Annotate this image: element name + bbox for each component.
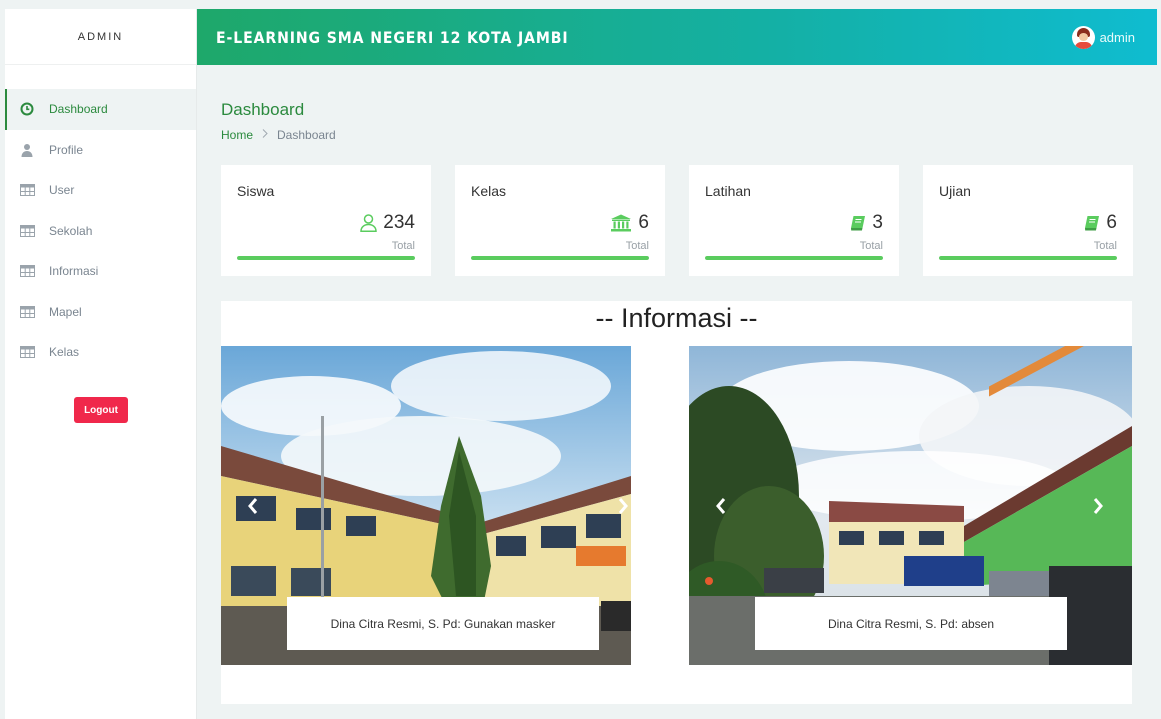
stat-label: Siswa xyxy=(237,183,275,199)
book-icon xyxy=(851,216,866,231)
user-name: admin xyxy=(1099,29,1135,45)
sidebar-item-kelas[interactable]: Kelas xyxy=(5,332,196,373)
breadcrumb-current: Dashboard xyxy=(277,128,336,142)
stat-label: Ujian xyxy=(939,183,971,199)
progress-bar xyxy=(705,256,883,260)
carousel-next-button[interactable] xyxy=(1086,494,1110,518)
slide-caption: Dina Citra Resmi, S. Pd: absen xyxy=(755,597,1067,650)
stat-value: 3 xyxy=(872,212,883,233)
sidebar-item-profile[interactable]: Profile xyxy=(5,130,196,171)
stat-value: 6 xyxy=(638,212,649,233)
breadcrumb-home-link[interactable]: Home xyxy=(221,128,253,142)
sidebar-brand: ADMIN xyxy=(5,9,196,65)
sidebar-item-dashboard[interactable]: Dashboard xyxy=(5,89,196,130)
stat-value: 6 xyxy=(1106,212,1117,233)
chevron-right-icon xyxy=(618,497,628,514)
chevron-right-icon xyxy=(262,129,268,141)
sidebar: ADMIN Dashboard Profile User Sekolah Inf… xyxy=(5,9,197,719)
sidebar-item-label: Informasi xyxy=(49,264,99,279)
progress-bar xyxy=(237,256,415,260)
table-icon xyxy=(19,263,35,279)
chevron-left-icon xyxy=(248,497,258,514)
carousel-slide: Dina Citra Resmi, S. Pd: absen xyxy=(689,346,1132,665)
user-menu[interactable]: admin xyxy=(1071,25,1135,49)
app-title: E-LEARNING SMA NEGERI 12 KOTA JAMBI xyxy=(216,27,569,47)
sidebar-item-mapel[interactable]: Mapel xyxy=(5,292,196,333)
page-title: Dashboard xyxy=(221,100,305,119)
carousel-prev-button[interactable] xyxy=(241,494,265,518)
stat-sub: Total xyxy=(1093,240,1117,252)
stat-card-kelas: Kelas 6 Total xyxy=(455,165,665,276)
stat-value: 234 xyxy=(383,212,415,233)
stat-card-ujian: Ujian 6 Total xyxy=(923,165,1133,276)
table-icon xyxy=(19,223,35,239)
stat-sub: Total xyxy=(859,240,883,252)
stat-card-latihan: Latihan 3 Total xyxy=(689,165,899,276)
carousel-slide: Dina Citra Resmi, S. Pd: Gunakan masker xyxy=(221,346,631,665)
stat-card-siswa: Siswa 234 Total xyxy=(221,165,431,276)
user-icon xyxy=(19,142,35,158)
sidebar-item-sekolah[interactable]: Sekolah xyxy=(5,211,196,252)
breadcrumb: Home Dashboard xyxy=(221,128,336,142)
progress-bar xyxy=(939,256,1117,260)
table-icon xyxy=(19,304,35,320)
institution-icon xyxy=(611,214,632,232)
informasi-title: -- Informasi -- xyxy=(595,303,758,333)
logout-button[interactable]: Logout xyxy=(74,397,128,423)
clock-icon xyxy=(19,101,35,117)
sidebar-item-label: Dashboard xyxy=(49,102,108,117)
stat-sub: Total xyxy=(391,240,415,252)
sidebar-item-informasi[interactable]: Informasi xyxy=(5,251,196,292)
user-outline-icon xyxy=(360,214,378,232)
stat-label: Kelas xyxy=(471,183,507,199)
chevron-right-icon xyxy=(1093,497,1103,514)
carousel-next-button[interactable] xyxy=(611,494,631,518)
sidebar-item-label: Mapel xyxy=(49,304,82,319)
sidebar-item-label: Profile xyxy=(49,142,84,157)
chevron-left-icon xyxy=(716,497,726,514)
sidebar-item-user[interactable]: User xyxy=(5,170,196,211)
table-icon xyxy=(19,344,35,360)
sidebar-item-label: Sekolah xyxy=(49,223,93,238)
progress-bar xyxy=(471,256,649,260)
informasi-panel: -- Informasi -- Dina Citra Resmi, S. Pd:… xyxy=(221,301,1132,704)
sidebar-item-label: User xyxy=(49,183,75,198)
carousel-prev-button[interactable] xyxy=(709,494,733,518)
slide-caption: Dina Citra Resmi, S. Pd: Gunakan masker xyxy=(287,597,599,650)
sidebar-menu: Dashboard Profile User Sekolah Informasi xyxy=(5,89,196,373)
top-bar: E-LEARNING SMA NEGERI 12 KOTA JAMBI admi… xyxy=(197,9,1157,65)
book-icon xyxy=(1085,216,1100,231)
sidebar-item-label: Kelas xyxy=(49,345,80,360)
stat-sub: Total xyxy=(625,240,649,252)
avatar xyxy=(1071,25,1095,49)
table-icon xyxy=(19,182,35,198)
stat-label: Latihan xyxy=(705,183,751,199)
